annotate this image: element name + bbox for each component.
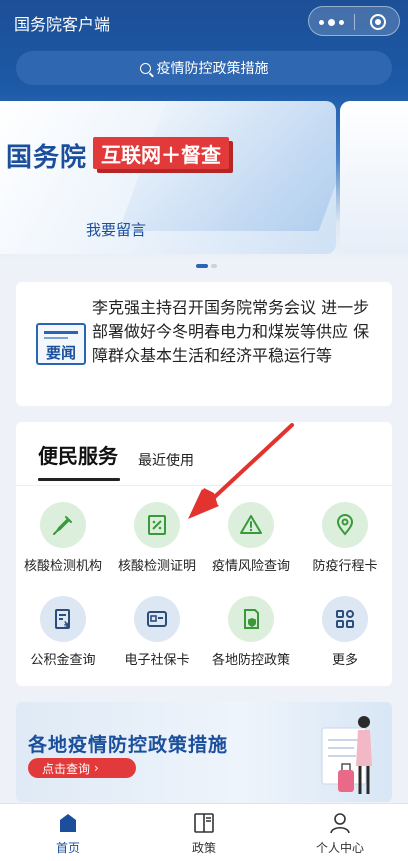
more-menu-icon[interactable] bbox=[309, 7, 354, 37]
service-label: 疫情风险查询 bbox=[211, 559, 290, 574]
service-item-travel-card[interactable]: 防疫行程卡 bbox=[298, 502, 392, 582]
services-panel: 便民服务 最近使用 核酸检测机构 核酸检测证明 疫情风险查询 防疫行程卡 ¥ 公… bbox=[16, 422, 392, 686]
mini-program-capsule bbox=[308, 6, 400, 36]
service-item-social-security-card[interactable]: 电子社保卡 bbox=[110, 596, 204, 676]
news-card[interactable]: 要闻 李克强主持召开国务院常务会议 进一步部署做好今冬明春电力和煤炭等供应 保障… bbox=[16, 282, 392, 406]
id-card-icon bbox=[134, 596, 180, 642]
location-pin-icon bbox=[322, 502, 368, 548]
banner-tag: 互联网＋督查 bbox=[93, 137, 229, 169]
news-headline[interactable]: 李克强主持召开国务院常务会议 进一步部署做好今冬明春电力和煤炭等供应 保障群众基… bbox=[92, 296, 384, 368]
tab-label: 政策 bbox=[191, 841, 216, 855]
tab-policy[interactable]: 政策 bbox=[136, 804, 272, 861]
certificate-icon bbox=[134, 502, 180, 548]
promo-query-button[interactable]: 点击查询 › bbox=[28, 758, 136, 778]
title-bar: 国务院客户端 bbox=[0, 0, 408, 44]
warning-icon bbox=[228, 502, 274, 548]
banner-carousel-slide[interactable]: 国务院 互联网＋督查 我要留言 bbox=[0, 101, 336, 254]
carousel-indicator bbox=[196, 264, 217, 268]
dropper-icon bbox=[40, 502, 86, 548]
promo-button-label: 点击查询 bbox=[42, 761, 91, 776]
search-placeholder: 疫情防控政策措施 bbox=[156, 61, 269, 77]
chevron-right-icon: › bbox=[94, 761, 99, 775]
close-target-icon[interactable] bbox=[370, 14, 386, 30]
svg-text:¥: ¥ bbox=[64, 621, 71, 631]
promo-title: 各地疫情防控政策措施 bbox=[28, 734, 229, 756]
service-item-nucleic-test-certificate[interactable]: 核酸检测证明 bbox=[110, 502, 204, 582]
banner-leave-message-link[interactable]: 我要留言 bbox=[86, 219, 146, 240]
fund-document-icon: ¥ bbox=[40, 596, 86, 642]
service-label: 更多 bbox=[331, 653, 358, 668]
tab-home[interactable]: 首页 bbox=[0, 804, 136, 861]
service-label: 核酸检测证明 bbox=[117, 559, 196, 574]
home-icon bbox=[60, 814, 76, 832]
news-badge-icon: 要闻 bbox=[36, 323, 86, 365]
news-badge-label: 要闻 bbox=[45, 344, 76, 362]
service-item-risk-query[interactable]: 疫情风险查询 bbox=[204, 502, 298, 582]
tab-convenience-services[interactable]: 便民服务 bbox=[38, 440, 118, 469]
service-label: 公积金查询 bbox=[30, 653, 96, 668]
tab-profile[interactable]: 个人中心 bbox=[272, 804, 408, 861]
services-divider bbox=[16, 485, 392, 486]
shield-document-icon bbox=[228, 596, 274, 642]
tab-recently-used[interactable]: 最近使用 bbox=[138, 450, 194, 470]
bottom-tab-bar: 首页 政策 个人中心 bbox=[0, 803, 408, 861]
active-tab-underline bbox=[38, 478, 120, 481]
grid-icon bbox=[322, 596, 368, 642]
app-title: 国务院客户端 bbox=[14, 15, 111, 34]
service-label: 电子社保卡 bbox=[124, 653, 190, 668]
traveler-illustration bbox=[321, 716, 372, 794]
service-item-housing-fund[interactable]: ¥ 公积金查询 bbox=[16, 596, 110, 676]
policy-promo-banner[interactable]: 各地疫情防控政策措施 点击查询 › bbox=[16, 702, 392, 802]
service-item-nucleic-test-institution[interactable]: 核酸检测机构 bbox=[16, 502, 110, 582]
service-label: 各地防控政策 bbox=[211, 653, 290, 668]
banner-next-slide[interactable] bbox=[340, 101, 408, 254]
capsule-divider bbox=[354, 14, 355, 30]
service-item-more[interactable]: 更多 bbox=[298, 596, 392, 676]
tab-label: 个人中心 bbox=[315, 841, 364, 855]
book-icon bbox=[194, 813, 214, 833]
service-item-local-policy[interactable]: 各地防控政策 bbox=[204, 596, 298, 676]
search-icon bbox=[139, 62, 151, 74]
service-label: 核酸检测机构 bbox=[23, 559, 102, 574]
tab-label: 首页 bbox=[55, 841, 80, 855]
person-icon bbox=[330, 813, 350, 834]
search-bar[interactable]: 疫情防控政策措施 bbox=[16, 51, 392, 85]
banner-brand: 国务院 bbox=[6, 143, 88, 173]
service-label: 防疫行程卡 bbox=[312, 559, 378, 574]
